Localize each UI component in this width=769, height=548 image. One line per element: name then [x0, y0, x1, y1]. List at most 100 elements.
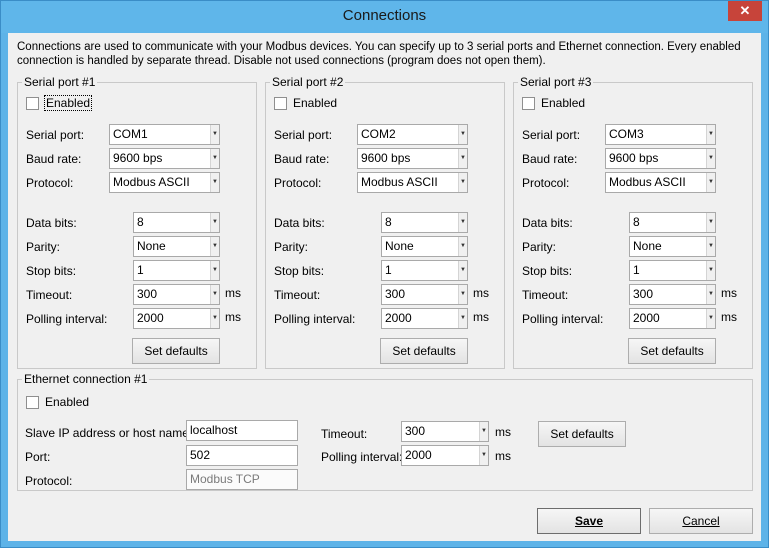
stop-bits-combo[interactable]: 1 ▼: [629, 260, 716, 281]
protocol-combo[interactable]: Modbus ASCII ▼: [109, 172, 220, 193]
serial-enabled-checkbox[interactable]: Enabled: [274, 96, 337, 110]
chevron-down-icon[interactable]: ▼: [706, 261, 715, 280]
polling-interval-unit: ms: [473, 310, 489, 324]
timeout-combo[interactable]: 300 ▼: [629, 284, 716, 305]
chevron-down-icon[interactable]: ▼: [458, 261, 467, 280]
polling-interval-combo[interactable]: 2000 ▼: [629, 308, 716, 329]
connections-window: Connections ✕ Connections are used to co…: [0, 0, 769, 548]
chevron-down-icon[interactable]: ▼: [706, 149, 715, 168]
parity-label: Parity:: [26, 240, 61, 254]
serial-enabled-checkbox[interactable]: Enabled: [522, 96, 585, 110]
combo-value: COM1: [113, 127, 148, 141]
data-bits-combo[interactable]: 8 ▼: [133, 212, 220, 233]
combo-value: 8: [137, 215, 144, 229]
serial-port-combo[interactable]: COM2 ▼: [357, 124, 468, 145]
serial-set-defaults-button[interactable]: Set defaults: [132, 338, 220, 364]
protocol-combo[interactable]: Modbus ASCII ▼: [357, 172, 468, 193]
chevron-down-icon[interactable]: ▼: [706, 213, 715, 232]
chevron-down-icon[interactable]: ▼: [706, 173, 715, 192]
combo-value: Modbus ASCII: [113, 175, 190, 189]
serial-set-defaults-button[interactable]: Set defaults: [628, 338, 716, 364]
polling-interval-combo[interactable]: 2000 ▼: [133, 308, 220, 329]
timeout-combo[interactable]: 300 ▼: [133, 284, 220, 305]
chevron-down-icon[interactable]: ▼: [458, 149, 467, 168]
chevron-down-icon[interactable]: ▼: [458, 213, 467, 232]
polling-interval-combo[interactable]: 2000 ▼: [381, 308, 468, 329]
chevron-down-icon[interactable]: ▼: [706, 237, 715, 256]
baud-rate-label: Baud rate:: [522, 152, 578, 166]
parity-combo[interactable]: None ▼: [381, 236, 468, 257]
baud-rate-combo[interactable]: 9600 bps ▼: [605, 148, 716, 169]
stop-bits-combo[interactable]: 1 ▼: [133, 260, 220, 281]
combo-value: 300: [385, 287, 406, 301]
chevron-down-icon[interactable]: ▼: [706, 285, 715, 304]
combo-value: 9600 bps: [113, 151, 163, 165]
combo-value: COM3: [609, 127, 644, 141]
combo-value: 8: [633, 215, 640, 229]
protocol-label: Protocol:: [522, 176, 570, 190]
close-button[interactable]: ✕: [728, 1, 762, 21]
chevron-down-icon[interactable]: ▼: [210, 173, 219, 192]
data-bits-combo[interactable]: 8 ▼: [629, 212, 716, 233]
combo-value: None: [137, 239, 166, 253]
chevron-down-icon[interactable]: ▼: [479, 446, 488, 465]
chevron-down-icon[interactable]: ▼: [458, 237, 467, 256]
chevron-down-icon[interactable]: ▼: [210, 261, 219, 280]
eth-polling-unit: ms: [495, 449, 511, 463]
chevron-down-icon[interactable]: ▼: [458, 309, 467, 328]
ip-label: Slave IP address or host name:: [25, 426, 193, 440]
chevron-down-icon[interactable]: ▼: [458, 173, 467, 192]
parity-combo[interactable]: None ▼: [629, 236, 716, 257]
checkbox-box[interactable]: [274, 96, 287, 110]
ip-input[interactable]: localhost: [186, 420, 298, 441]
polling-interval-label: Polling interval:: [26, 312, 108, 326]
combo-value: None: [633, 239, 662, 253]
checkbox-box[interactable]: [26, 395, 39, 409]
eth-polling-combo[interactable]: 2000 ▼: [401, 445, 489, 466]
chevron-down-icon[interactable]: ▼: [210, 309, 219, 328]
eth-timeout-unit: ms: [495, 425, 511, 439]
chevron-down-icon[interactable]: ▼: [458, 125, 467, 144]
serial-port-combo[interactable]: COM1 ▼: [109, 124, 220, 145]
timeout-label: Timeout:: [26, 288, 73, 302]
eth-set-defaults-button[interactable]: Set defaults: [538, 421, 626, 447]
cancel-button[interactable]: Cancel: [649, 508, 753, 534]
parity-combo[interactable]: None ▼: [133, 236, 220, 257]
stop-bits-combo[interactable]: 1 ▼: [381, 260, 468, 281]
chevron-down-icon[interactable]: ▼: [210, 213, 219, 232]
checkbox-label: Enabled: [541, 96, 586, 110]
combo-value: 300: [405, 424, 426, 438]
chevron-down-icon[interactable]: ▼: [706, 309, 715, 328]
data-bits-combo[interactable]: 8 ▼: [381, 212, 468, 233]
baud-rate-combo[interactable]: 9600 bps ▼: [109, 148, 220, 169]
chevron-down-icon[interactable]: ▼: [210, 285, 219, 304]
ethernet-enabled-checkbox[interactable]: Enabled: [26, 395, 89, 409]
baud-rate-combo[interactable]: 9600 bps ▼: [357, 148, 468, 169]
serial-port-combo[interactable]: COM3 ▼: [605, 124, 716, 145]
protocol-combo[interactable]: Modbus ASCII ▼: [605, 172, 716, 193]
title-bar[interactable]: Connections ✕: [1, 1, 768, 33]
combo-value: 1: [633, 263, 640, 277]
chevron-down-icon[interactable]: ▼: [706, 125, 715, 144]
checkbox-box[interactable]: [522, 96, 535, 110]
serial-group-title: Serial port #2: [270, 75, 346, 89]
chevron-down-icon[interactable]: ▼: [210, 237, 219, 256]
eth-timeout-combo[interactable]: 300 ▼: [401, 421, 489, 442]
serial-set-defaults-button[interactable]: Set defaults: [380, 338, 468, 364]
timeout-unit: ms: [473, 286, 489, 300]
parity-label: Parity:: [522, 240, 557, 254]
checkbox-box[interactable]: [26, 96, 39, 110]
combo-value: Modbus ASCII: [361, 175, 438, 189]
chevron-down-icon[interactable]: ▼: [210, 125, 219, 144]
chevron-down-icon[interactable]: ▼: [210, 149, 219, 168]
chevron-down-icon[interactable]: ▼: [458, 285, 467, 304]
timeout-combo[interactable]: 300 ▼: [381, 284, 468, 305]
save-button[interactable]: Save: [537, 508, 641, 534]
baud-rate-label: Baud rate:: [26, 152, 82, 166]
serial-group-title: Serial port #1: [22, 75, 98, 89]
port-input[interactable]: 502: [186, 445, 298, 466]
serial-port-group-3: Serial port #3 Enabled Serial port: COM3…: [513, 75, 753, 369]
serial-enabled-checkbox[interactable]: Enabled: [26, 95, 93, 111]
chevron-down-icon[interactable]: ▼: [479, 422, 488, 441]
serial-port-group-1: Serial port #1 Enabled Serial port: COM1…: [17, 75, 257, 369]
